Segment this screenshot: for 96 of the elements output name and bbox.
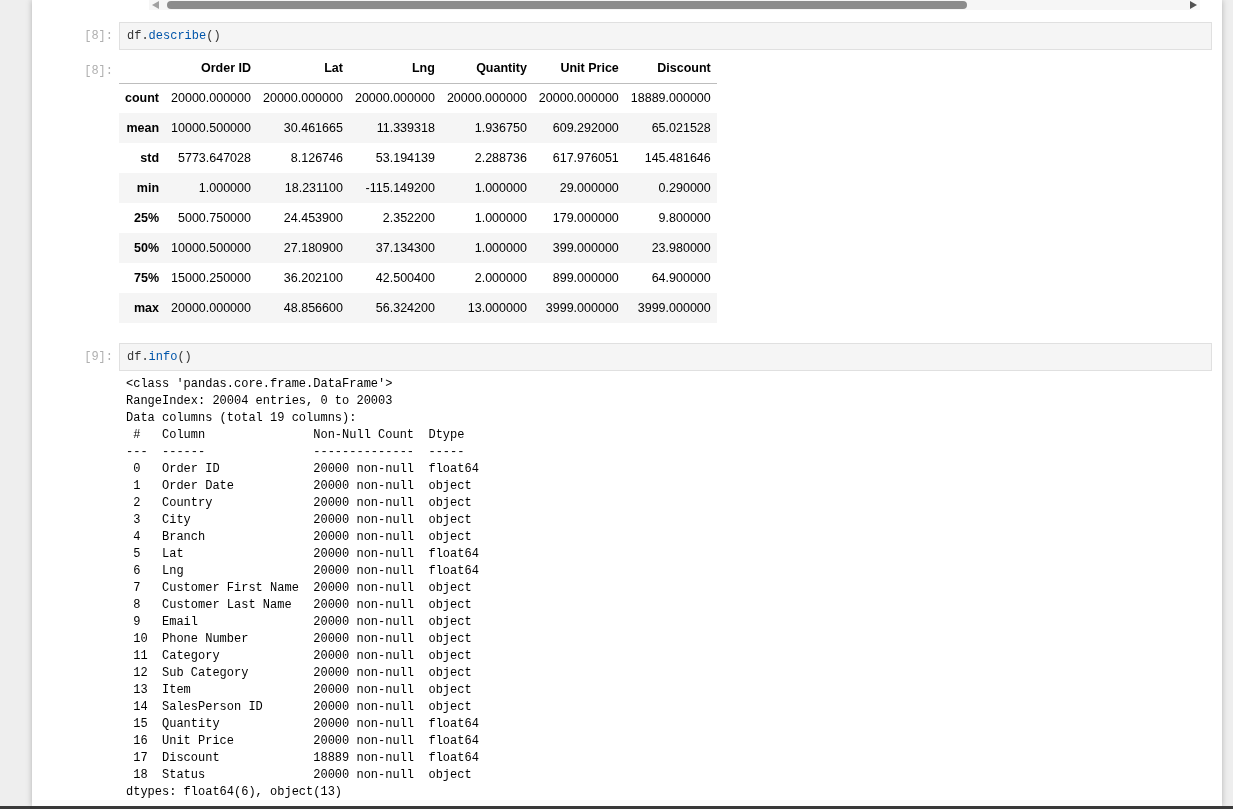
row-index: min — [136, 180, 160, 195]
output-line: 9 Email 20000 non-null object — [132, 614, 473, 631]
table-cell: 1.000000 — [474, 240, 527, 255]
output-line: 3 City 20000 non-null object — [132, 512, 473, 529]
table-cell: 617.976051 — [552, 150, 619, 165]
horizontal-scrollbar[interactable] — [149, 0, 1200, 10]
column-header: Order ID — [200, 61, 251, 76]
output-line: # Column Non-Null Count Dtype — [132, 427, 466, 444]
table-cell: 5773.647028 — [178, 150, 251, 165]
table-cell: 9.800000 — [658, 210, 711, 225]
table-cell: 20000.000000 — [538, 90, 619, 105]
column-header: Unit Price — [560, 61, 619, 76]
table-cell: 2.352200 — [382, 210, 435, 225]
output-line: 8 Customer Last Name 20000 non-null object — [132, 597, 473, 614]
output-line: 10 Phone Number 20000 non-null object — [132, 631, 473, 648]
table-cell: 2.000000 — [474, 270, 527, 285]
output-line: 13 Item 20000 non-null object — [132, 682, 473, 699]
table-cell: 1.936750 — [474, 120, 527, 135]
output-line: 11 Category 20000 non-null object — [132, 648, 473, 665]
table-cell: 56.324200 — [375, 300, 435, 315]
column-header: Lng — [411, 61, 435, 76]
table-cell: 899.000000 — [552, 270, 619, 285]
table-cell: 29.000000 — [559, 180, 619, 195]
table-cell: 37.134300 — [375, 240, 435, 255]
table-cell: 24.453900 — [283, 210, 343, 225]
scroll-left-icon[interactable] — [152, 1, 159, 9]
table-cell: 18889.000000 — [630, 90, 711, 105]
table-cell: 20000.000000 — [263, 90, 343, 105]
table-cell: 3999.000000 — [545, 300, 619, 315]
output-line: 12 Sub Category 20000 non-null object — [132, 665, 473, 682]
row-index: 25% — [134, 210, 160, 225]
table-cell: 145.481646 — [644, 150, 711, 165]
table-cell: 20000.000000 — [171, 300, 251, 315]
table-cell: 30.461665 — [283, 120, 343, 135]
table-cell: 5000.750000 — [178, 210, 251, 225]
table-cell: 2.288736 — [474, 150, 527, 165]
table-cell: 20000.000000 — [446, 90, 527, 105]
output-line: Data columns (total 19 columns): — [126, 410, 358, 427]
table-cell: 13.000000 — [467, 300, 527, 315]
cell-prompt: [8]: — [84, 28, 113, 45]
output-line: 0 Order ID 20000 non-null float64 — [132, 461, 479, 478]
output-line: 4 Branch 20000 non-null object — [132, 529, 473, 546]
code-input[interactable]: df.describe() — [119, 22, 1212, 50]
table-cell: 48.856600 — [283, 300, 343, 315]
output-line: 1 Order Date 20000 non-null object — [132, 478, 473, 495]
output-line: 17 Discount 18889 non-null float64 — [132, 750, 479, 767]
column-header: Lat — [324, 61, 343, 76]
table-cell: 609.292000 — [552, 120, 619, 135]
column-header: Discount — [657, 61, 711, 76]
table-cell: 27.180900 — [283, 240, 343, 255]
table-cell: 179.000000 — [552, 210, 619, 225]
table-cell: 0.290000 — [658, 180, 711, 195]
table-cell: 10000.500000 — [171, 120, 251, 135]
table-cell: 10000.500000 — [171, 240, 251, 255]
scroll-right-icon[interactable] — [1190, 1, 1197, 9]
scrollbar-thumb[interactable] — [167, 1, 967, 9]
output-line: 16 Unit Price 20000 non-null float64 — [132, 733, 479, 750]
output-line: 6 Lng 20000 non-null float64 — [132, 563, 479, 580]
cell-prompt: [9]: — [84, 349, 113, 366]
row-index: 50% — [134, 240, 160, 255]
table-cell: 20000.000000 — [354, 90, 435, 105]
table-cell: 1.000000 — [474, 210, 527, 225]
output-line: 15 Quantity 20000 non-null float64 — [132, 716, 479, 733]
table-cell: 1.000000 — [474, 180, 527, 195]
table-cell: 23.980000 — [651, 240, 711, 255]
output-line: RangeIndex: 20004 entries, 0 to 20003 — [126, 393, 394, 410]
output-line: 2 Country 20000 non-null object — [132, 495, 473, 512]
output-line: 18 Status 20000 non-null object — [132, 767, 473, 784]
table-cell: 42.500400 — [375, 270, 435, 285]
column-header: Quantity — [476, 61, 527, 76]
table-cell: 399.000000 — [552, 240, 619, 255]
table-cell: 15000.250000 — [171, 270, 251, 285]
row-index: count — [125, 90, 160, 105]
table-cell: 20000.000000 — [171, 90, 251, 105]
table-cell: 64.900000 — [651, 270, 711, 285]
table-cell: 1.000000 — [198, 180, 251, 195]
code-input[interactable]: df.info() — [119, 343, 1212, 371]
cell-prompt: [8]: — [84, 63, 113, 80]
row-index: mean — [126, 120, 160, 135]
output-line: 5 Lat 20000 non-null float64 — [132, 546, 479, 563]
table-cell: 36.202100 — [283, 270, 343, 285]
output-line: dtypes: float64(6), object(13) — [126, 784, 344, 801]
output-line: --- ------ -------------- ----- — [126, 444, 466, 461]
table-cell: 11.339318 — [376, 120, 435, 135]
output-line: <class 'pandas.core.frame.DataFrame'> — [126, 376, 394, 393]
row-index: 75% — [134, 270, 160, 285]
table-cell: 8.126746 — [290, 150, 343, 165]
output-line: 7 Customer First Name 20000 non-null object — [132, 580, 473, 597]
table-cell: 18.231100 — [284, 180, 343, 195]
row-index: std — [140, 150, 160, 165]
row-index: max — [134, 300, 160, 315]
table-cell: 3999.000000 — [637, 300, 711, 315]
table-cell: 53.194139 — [375, 150, 435, 165]
table-cell: -115.149200 — [365, 180, 435, 195]
output-line: 14 SalesPerson ID 20000 non-null object — [132, 699, 473, 716]
table-cell: 65.021528 — [651, 120, 711, 135]
